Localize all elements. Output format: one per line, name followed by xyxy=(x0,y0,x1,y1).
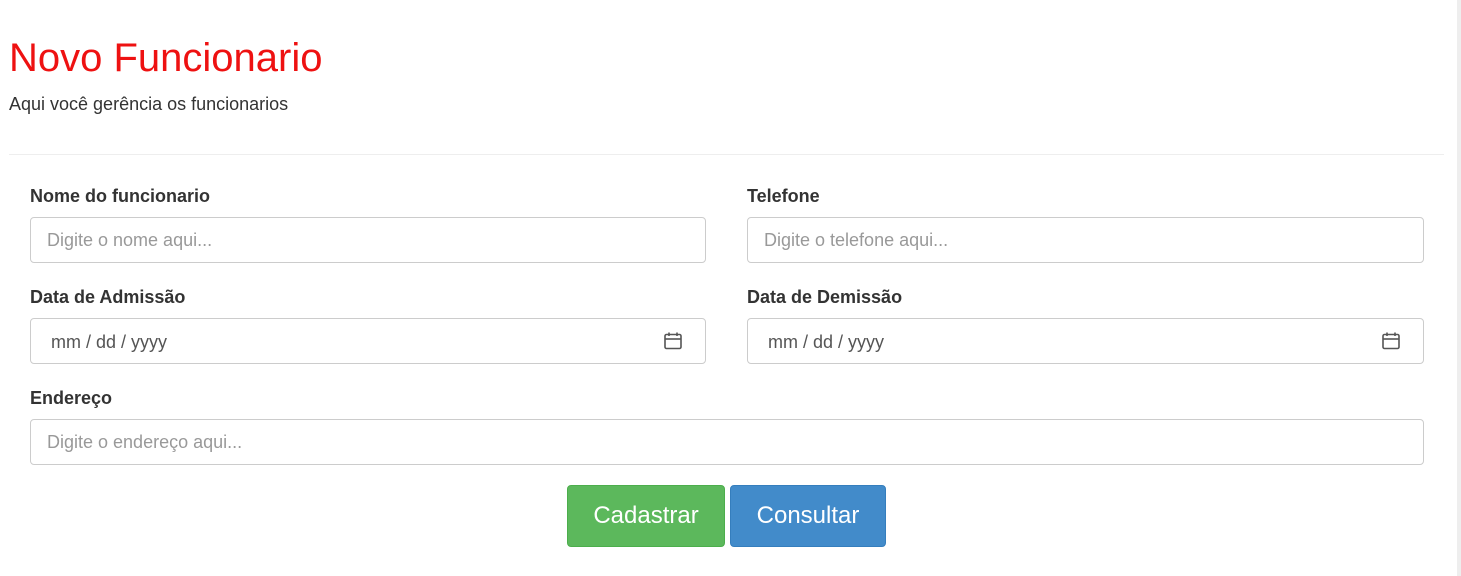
cadastrar-button[interactable]: Cadastrar xyxy=(567,485,725,547)
telefone-label: Telefone xyxy=(747,186,820,206)
admissao-date-input[interactable]: mm / dd / yyyy xyxy=(30,318,706,364)
scrollbar[interactable] xyxy=(1457,0,1461,576)
consultar-button[interactable]: Consultar xyxy=(730,485,886,547)
endereco-input[interactable] xyxy=(30,419,1424,465)
page: Novo Funcionario Aqui você gerência os f… xyxy=(0,0,1461,576)
admissao-date-value: mm / dd / yyyy xyxy=(51,332,168,352)
admissao-label: Data de Admissão xyxy=(30,287,186,307)
page-title: Novo Funcionario xyxy=(9,36,323,80)
demissao-date-value: mm / dd / yyyy xyxy=(768,332,885,352)
demissao-label: Data de Demissão xyxy=(747,287,903,307)
telefone-input[interactable] xyxy=(747,217,1424,263)
calendar-icon[interactable] xyxy=(663,331,683,351)
endereco-label: Endereço xyxy=(30,388,113,408)
calendar-icon[interactable] xyxy=(1381,331,1401,351)
demissao-date-input[interactable]: mm / dd / yyyy xyxy=(747,318,1424,364)
divider xyxy=(9,154,1444,155)
nome-input[interactable] xyxy=(30,217,706,263)
nome-label: Nome do funcionario xyxy=(30,186,210,206)
page-subtitle: Aqui você gerência os funcionarios xyxy=(9,94,289,114)
